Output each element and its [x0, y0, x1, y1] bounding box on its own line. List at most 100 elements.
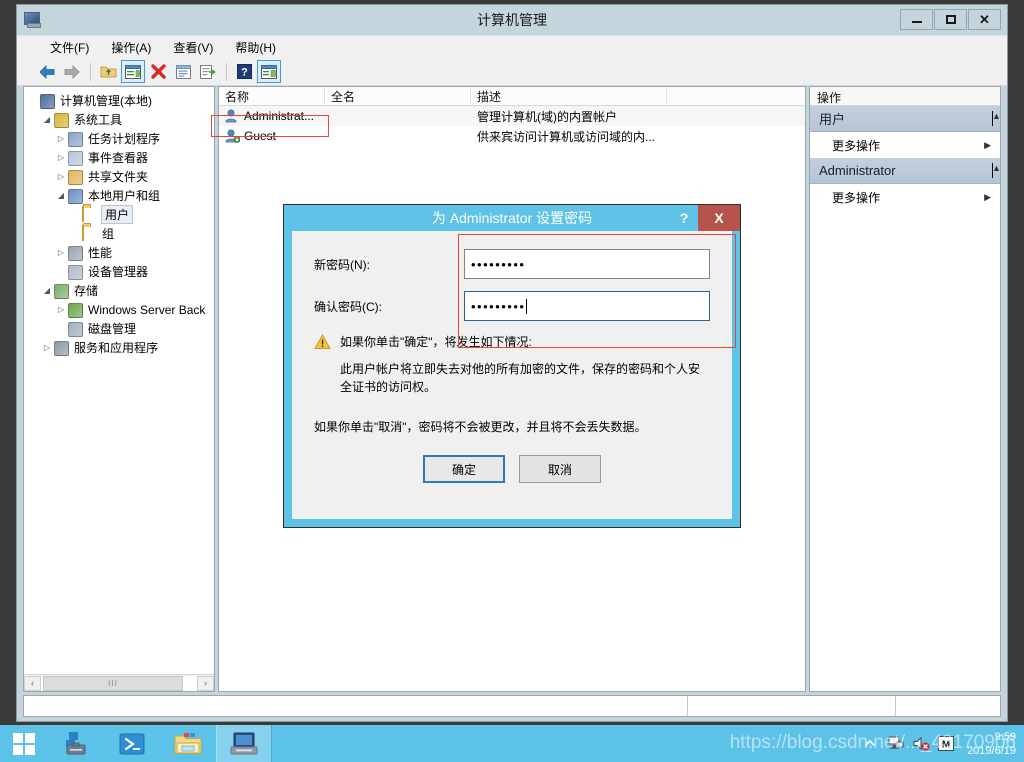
tree-collapse-icon[interactable]: ◢: [40, 281, 54, 300]
actions-group-header[interactable]: 用户 ▲: [810, 106, 1001, 132]
close-button[interactable]: ✕: [968, 9, 1001, 30]
new-password-input[interactable]: •••••••••: [464, 249, 710, 279]
actions-item-label: 更多操作: [832, 190, 881, 205]
actions-group-title-text: Administrator: [819, 163, 896, 178]
confirm-password-label: 确认密码(C):: [314, 299, 382, 314]
tree-node-9[interactable]: 设备管理器: [26, 262, 214, 281]
computer-management-icon: [24, 11, 42, 30]
tree-node-2[interactable]: ▷ 任务计划程序: [26, 129, 214, 148]
tree-node-7[interactable]: 组: [26, 224, 214, 243]
warning-triangle-icon: [314, 333, 331, 350]
actions-menu-item[interactable]: 更多操作 ▶: [810, 184, 1000, 210]
scroll-track[interactable]: III: [41, 675, 197, 691]
table-row[interactable]: Administrat... 管理计算机(域)的内置帐户: [219, 106, 805, 126]
dialog-close-button[interactable]: X: [698, 205, 740, 231]
tree-expand-icon[interactable]: ▷: [54, 243, 68, 262]
dialog-titlebar[interactable]: 为 Administrator 设置密码 ? X: [284, 205, 740, 231]
minimize-button[interactable]: [900, 9, 933, 30]
svg-text:?: ?: [241, 67, 248, 79]
actions-menu-item[interactable]: 更多操作 ▶: [810, 132, 1000, 158]
tree-expand-icon[interactable]: ▷: [54, 167, 68, 186]
cell-name: Guest: [219, 129, 325, 143]
tree-node-12[interactable]: 磁盘管理: [26, 319, 214, 338]
toolbar-separator-2: [226, 62, 227, 81]
server-manager-icon[interactable]: [48, 725, 104, 762]
menu-action[interactable]: 操作(A): [100, 37, 162, 58]
actions-pane-filler: [810, 210, 1000, 691]
tree-expand-icon[interactable]: ▷: [54, 129, 68, 148]
export-list-icon[interactable]: [196, 60, 220, 83]
tree-node-label: 系统工具: [74, 113, 123, 127]
text-caret: [526, 298, 528, 314]
tree-node-label: 计算机管理(本地): [60, 94, 152, 108]
dialog-help-button[interactable]: ?: [670, 205, 698, 231]
chevron-up-icon[interactable]: ▲: [992, 111, 1001, 126]
tree-expand-icon[interactable]: ▷: [54, 300, 68, 319]
windows-logo-icon[interactable]: [0, 725, 48, 762]
scroll-right-button[interactable]: ›: [197, 675, 214, 691]
tree-node-0[interactable]: 计算机管理(本地): [26, 91, 214, 110]
tree-collapse-icon[interactable]: ◢: [54, 186, 68, 205]
tree-node-3[interactable]: ▷ 事件查看器: [26, 148, 214, 167]
menu-help[interactable]: 帮助(H): [224, 37, 287, 58]
scroll-thumb[interactable]: III: [43, 675, 183, 691]
cancel-button[interactable]: 取消: [519, 455, 601, 483]
delete-x-icon[interactable]: [146, 60, 170, 83]
column-header-description[interactable]: 描述: [471, 87, 667, 105]
storage-icon: [54, 283, 70, 299]
tree-node-6[interactable]: 用户: [26, 205, 214, 224]
window-title: 计算机管理: [477, 12, 547, 28]
tree-node-11[interactable]: ▷ Windows Server Back: [26, 300, 214, 319]
folder-icon: [82, 205, 98, 223]
menu-file[interactable]: 文件(F): [39, 37, 100, 58]
actions-group-header[interactable]: Administrator ▲: [810, 158, 1001, 184]
volume-muted-icon[interactable]: [913, 736, 930, 752]
list-column-headers: 名称 全名 描述: [219, 87, 805, 106]
refresh-icon[interactable]: [171, 60, 195, 83]
column-header-fullname[interactable]: 全名: [325, 87, 471, 105]
network-icon[interactable]: [888, 736, 904, 752]
tree-expand-icon[interactable]: ▷: [54, 148, 68, 167]
tree-node-8[interactable]: ▷ 性能: [26, 243, 214, 262]
status-segment-middle: [688, 696, 896, 716]
tools-icon: [54, 112, 70, 128]
table-row[interactable]: Guest 供来宾访问计算机或访问域的内...: [219, 126, 805, 146]
up-folder-icon[interactable]: [96, 60, 120, 83]
back-arrow-icon[interactable]: [35, 60, 59, 83]
help-icon[interactable]: ?: [232, 60, 256, 83]
tree-horizontal-scrollbar[interactable]: ‹ III ›: [24, 674, 214, 691]
taskbar-clock[interactable]: 9:59 2019/6/19: [967, 730, 1016, 758]
forward-arrow-icon[interactable]: [60, 60, 84, 83]
show-hide-pane-icon[interactable]: [257, 60, 281, 83]
cell-name: Administrat...: [219, 109, 325, 123]
column-header-blank[interactable]: [667, 87, 805, 105]
tree-node-label: 用户: [101, 205, 134, 224]
tree-expand-icon[interactable]: ▷: [40, 338, 54, 357]
cell-name-text: Guest: [244, 129, 277, 143]
actions-item-label: 更多操作: [832, 138, 881, 153]
tree-node-1[interactable]: ◢ 系统工具: [26, 110, 214, 129]
properties-icon[interactable]: [121, 60, 145, 83]
tree-node-10[interactable]: ◢ 存储: [26, 281, 214, 300]
tree-node-5[interactable]: ◢ 本地用户和组: [26, 186, 214, 205]
powershell-icon[interactable]: [104, 725, 160, 762]
backup-icon: [68, 302, 84, 318]
tree-node-4[interactable]: ▷ 共享文件夹: [26, 167, 214, 186]
window-titlebar[interactable]: 计算机管理 ✕: [17, 5, 1007, 35]
console-tree[interactable]: 计算机管理(本地) ◢ 系统工具 ▷ 任务计划程序 ▷ 事件查看器 ▷ 共享文件夹 ◢ 本地用户和组…: [24, 87, 214, 674]
maximize-button[interactable]: [934, 9, 967, 30]
input-method-icon[interactable]: M: [938, 735, 955, 752]
local-users-groups-icon: [68, 188, 84, 204]
computer-management-taskbar-icon[interactable]: [216, 725, 272, 762]
file-explorer-icon[interactable]: [160, 725, 216, 762]
cell-name-text: Administrat...: [244, 109, 315, 123]
tree-collapse-icon[interactable]: ◢: [40, 110, 54, 129]
tree-node-13[interactable]: ▷ 服务和应用程序: [26, 338, 214, 357]
scroll-left-button[interactable]: ‹: [24, 675, 41, 691]
confirm-password-input[interactable]: •••••••••: [464, 291, 710, 321]
menu-view[interactable]: 查看(V): [162, 37, 224, 58]
ok-button[interactable]: 确定: [423, 455, 505, 483]
chevron-up-icon[interactable]: ▲: [992, 163, 1001, 178]
show-hidden-icons-icon[interactable]: [863, 736, 879, 752]
column-header-name[interactable]: 名称: [219, 87, 325, 105]
